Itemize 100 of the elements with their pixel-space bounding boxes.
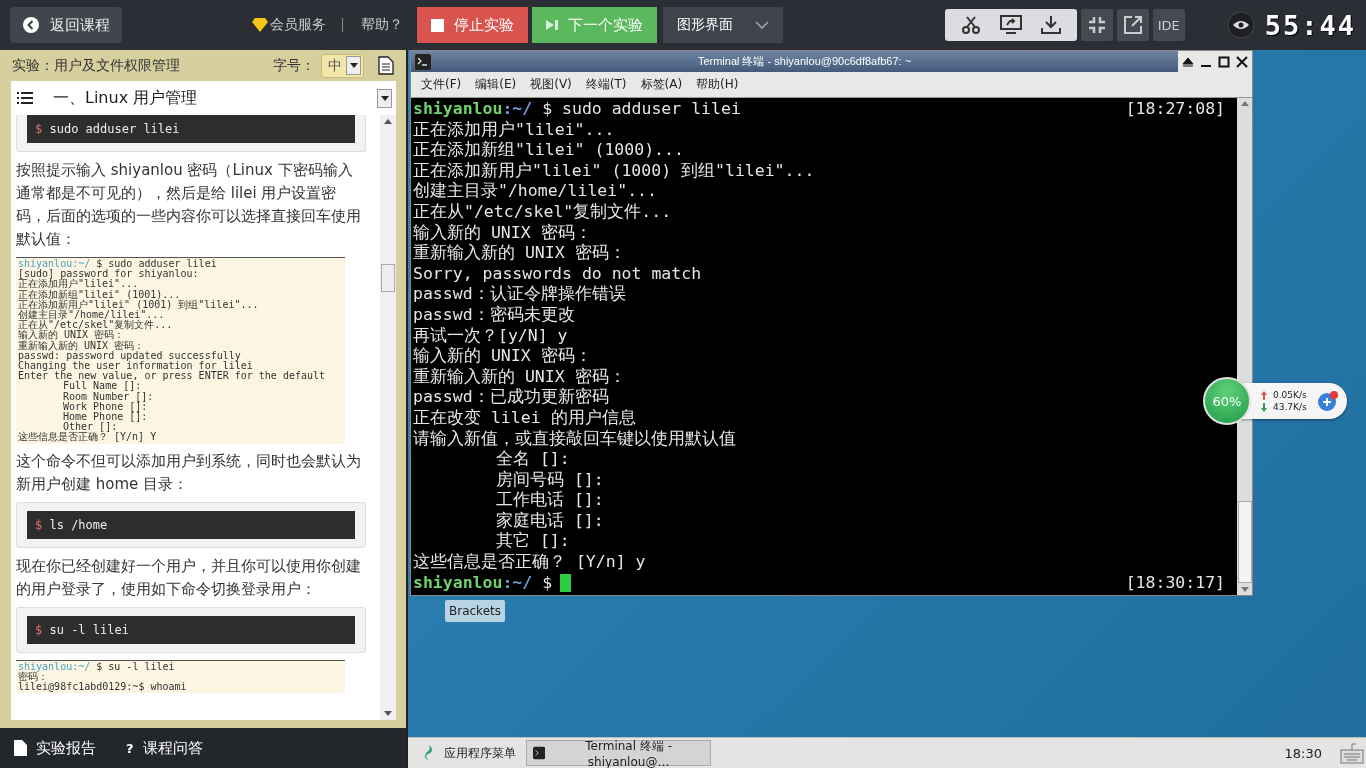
arrow-up-icon[interactable] bbox=[384, 119, 392, 124]
code-command: sudo adduser lilei bbox=[49, 122, 180, 136]
download-icon bbox=[1040, 15, 1061, 35]
back-button[interactable]: 返回课程 bbox=[10, 7, 122, 43]
external-link-icon bbox=[1122, 15, 1143, 35]
screenshot-line: 正在添加新用户"lilei" (1001) 到组"lilei"... bbox=[18, 299, 260, 310]
screenshot-line: Work Phone []: bbox=[62, 401, 148, 413]
menu-item[interactable]: 编辑(E) bbox=[475, 76, 517, 93]
view-dropdown[interactable]: 图形界面 bbox=[663, 7, 783, 43]
terminal-output: 重新输入新的 UNIX 密码： bbox=[413, 366, 626, 387]
window-title: Terminal 终端 - shiyanlou@90c6df8afb67: ~ bbox=[696, 54, 913, 69]
arrow-down-icon[interactable] bbox=[1240, 587, 1249, 592]
compress-button[interactable] bbox=[1080, 9, 1113, 41]
timestamp: [18:30:17] bbox=[1125, 572, 1226, 594]
help-link[interactable]: 帮助？ bbox=[361, 16, 403, 34]
code-command: ls /home bbox=[49, 517, 108, 532]
screenshot-line: Home Phone []: bbox=[62, 412, 149, 423]
terminal-output: 正在添加新组"lilei" (1000)... bbox=[413, 140, 684, 161]
font-size-select[interactable]: 中 bbox=[321, 53, 364, 78]
terminal-output: 这些信息是否正确？ [Y/n] y bbox=[413, 552, 646, 573]
vip-link[interactable]: 会员服务 bbox=[270, 16, 326, 34]
bottom-tab[interactable]: ? 课程问答 bbox=[126, 738, 203, 758]
terminal-prompt: shiyanlou:~/ $ sudo adduser lilei bbox=[413, 99, 741, 120]
scrollbar-thumb[interactable] bbox=[381, 264, 395, 292]
terminal-output: 输入新的 UNIX 密码： bbox=[413, 346, 592, 367]
screenshot-line: shiyanlou:~/ $ sudo adduser lilei bbox=[18, 259, 218, 269]
diamond-icon bbox=[252, 18, 268, 32]
screenshot-line: Other []: bbox=[63, 422, 118, 433]
terminal-icon bbox=[533, 746, 546, 760]
screenshot-line: shiyanlou:~/ $ su -l lilei bbox=[18, 661, 176, 672]
maximize-icon[interactable] bbox=[1218, 55, 1230, 68]
screenshot-line: 重新输入新的 UNIX 密码： bbox=[18, 340, 145, 351]
paragraph: 按照提示输入 shiyanlou 密码（Linux 下密码输入通常都是不可见的），然后是给 lilei 用户设置密码，后面的选项的一些内容你可以选择直接回车使用默认值： bbox=[16, 160, 362, 250]
shade-icon[interactable] bbox=[1182, 55, 1194, 68]
terminal-output: 重新输入新的 UNIX 密码： bbox=[413, 243, 626, 264]
clock: 18:30 bbox=[1284, 745, 1322, 761]
terminal-output: 其它 []: bbox=[496, 531, 570, 553]
screenshot-line: [sudo] password for shiyanlou: bbox=[18, 269, 200, 280]
taskbar-task[interactable]: Terminal 终端 - shiyanlou@… bbox=[526, 740, 711, 766]
monitor-icon bbox=[999, 15, 1022, 35]
screenshot-line: Enter the new value, or press ENTER for the default bbox=[18, 371, 327, 382]
menu-item[interactable]: 标签(A) bbox=[640, 76, 683, 93]
plus-icon[interactable] bbox=[1316, 390, 1339, 412]
prompt-sign: $ bbox=[35, 622, 43, 637]
section-select[interactable]: 一、Linux 用户管理 bbox=[11, 81, 396, 115]
terminal-output: Sorry, passwords do not match bbox=[413, 263, 702, 285]
chevron-down-icon bbox=[755, 21, 769, 29]
ide-button[interactable]: IDE bbox=[1152, 9, 1185, 41]
screenshot-line: 密码： bbox=[18, 671, 48, 682]
list-icon bbox=[17, 92, 33, 104]
terminal-output: 创建主目录"/home/lilei"... bbox=[413, 181, 657, 202]
menu-item[interactable]: 终端(T) bbox=[585, 76, 627, 93]
menu-item[interactable]: 文件(F) bbox=[421, 76, 462, 93]
compress-icon bbox=[1087, 16, 1106, 34]
caret-icon bbox=[349, 63, 358, 68]
screenshot-line: Full Name []: bbox=[62, 381, 143, 392]
terminal-prompt: shiyanlou:~/ $ bbox=[413, 572, 553, 594]
lesson-title: 实验：用户及文件权限管理 bbox=[12, 56, 181, 75]
terminal-output: 正在改变 lilei 的用户信息 bbox=[413, 407, 636, 429]
close-icon[interactable] bbox=[1236, 55, 1248, 68]
scissors-icon bbox=[960, 15, 981, 35]
screenshot-line: passwd: password updated successfully bbox=[18, 350, 242, 361]
timestamp: [18:27:08] bbox=[1125, 99, 1226, 120]
arrow-down-icon bbox=[1261, 402, 1267, 412]
eye-icon[interactable] bbox=[1226, 11, 1255, 39]
menu-item[interactable]: 视图(V) bbox=[530, 76, 572, 93]
stop-button[interactable]: 停止实验 bbox=[417, 7, 528, 43]
terminal-output: 正在从"/etc/skel"复制文件... bbox=[413, 201, 672, 223]
menu-item[interactable]: 帮助(H) bbox=[696, 76, 739, 93]
screenshot-line: 这些信息是否正确？ [Y/n] Y bbox=[18, 432, 158, 443]
terminal-output: 输入新的 UNIX 密码： bbox=[413, 222, 592, 243]
terminal-output: 正在添加新用户"lilei" (1000) 到组"lilei"... bbox=[413, 160, 815, 181]
terminal-output: 家庭电话 []: bbox=[496, 510, 604, 531]
arrow-up-icon[interactable] bbox=[1240, 101, 1249, 106]
scrollbar-thumb[interactable] bbox=[1237, 501, 1252, 583]
terminal-output: passwd：已成功更新密码 bbox=[413, 387, 609, 408]
screenshot-line: Changing the user information for lilei bbox=[18, 361, 254, 372]
prompt-sign: $ bbox=[35, 122, 43, 136]
terminal-output: 再试一次？[y/N] y bbox=[413, 325, 568, 346]
desktop-icon-label[interactable]: Brackets bbox=[445, 600, 505, 622]
code-command: su -l lilei bbox=[49, 622, 129, 637]
applications-menu-button[interactable]: 应用程序菜单 bbox=[416, 740, 522, 766]
upload-rate: 0.05K/s bbox=[1273, 390, 1307, 400]
screenshot-line: lilei@98fc1abd0129:~$ whoami bbox=[18, 682, 188, 693]
bottom-tab[interactable]: 实验报告 bbox=[14, 738, 96, 758]
arrow-down-icon[interactable] bbox=[384, 711, 392, 716]
text-cursor bbox=[560, 573, 572, 592]
terminal-output: 工作电话 []: bbox=[496, 490, 604, 511]
prompt-sign: $ bbox=[35, 517, 43, 532]
terminal-output: 正在添加用户"lilei"... bbox=[413, 119, 615, 141]
external-link-button[interactable] bbox=[1116, 9, 1149, 41]
arrow-left-icon bbox=[22, 16, 40, 34]
document-icon[interactable] bbox=[378, 56, 394, 75]
screenshot-line: Room Number []: bbox=[62, 391, 155, 402]
scrollbar[interactable] bbox=[380, 115, 396, 720]
skip-icon bbox=[546, 19, 558, 31]
arrow-up-icon bbox=[1261, 390, 1267, 400]
font-size-label: 字号： bbox=[273, 56, 315, 75]
terminal-output: 请输入新值，或直接敲回车键以使用默认值 bbox=[413, 428, 736, 450]
terminal-output: 全名 []: bbox=[496, 449, 570, 470]
